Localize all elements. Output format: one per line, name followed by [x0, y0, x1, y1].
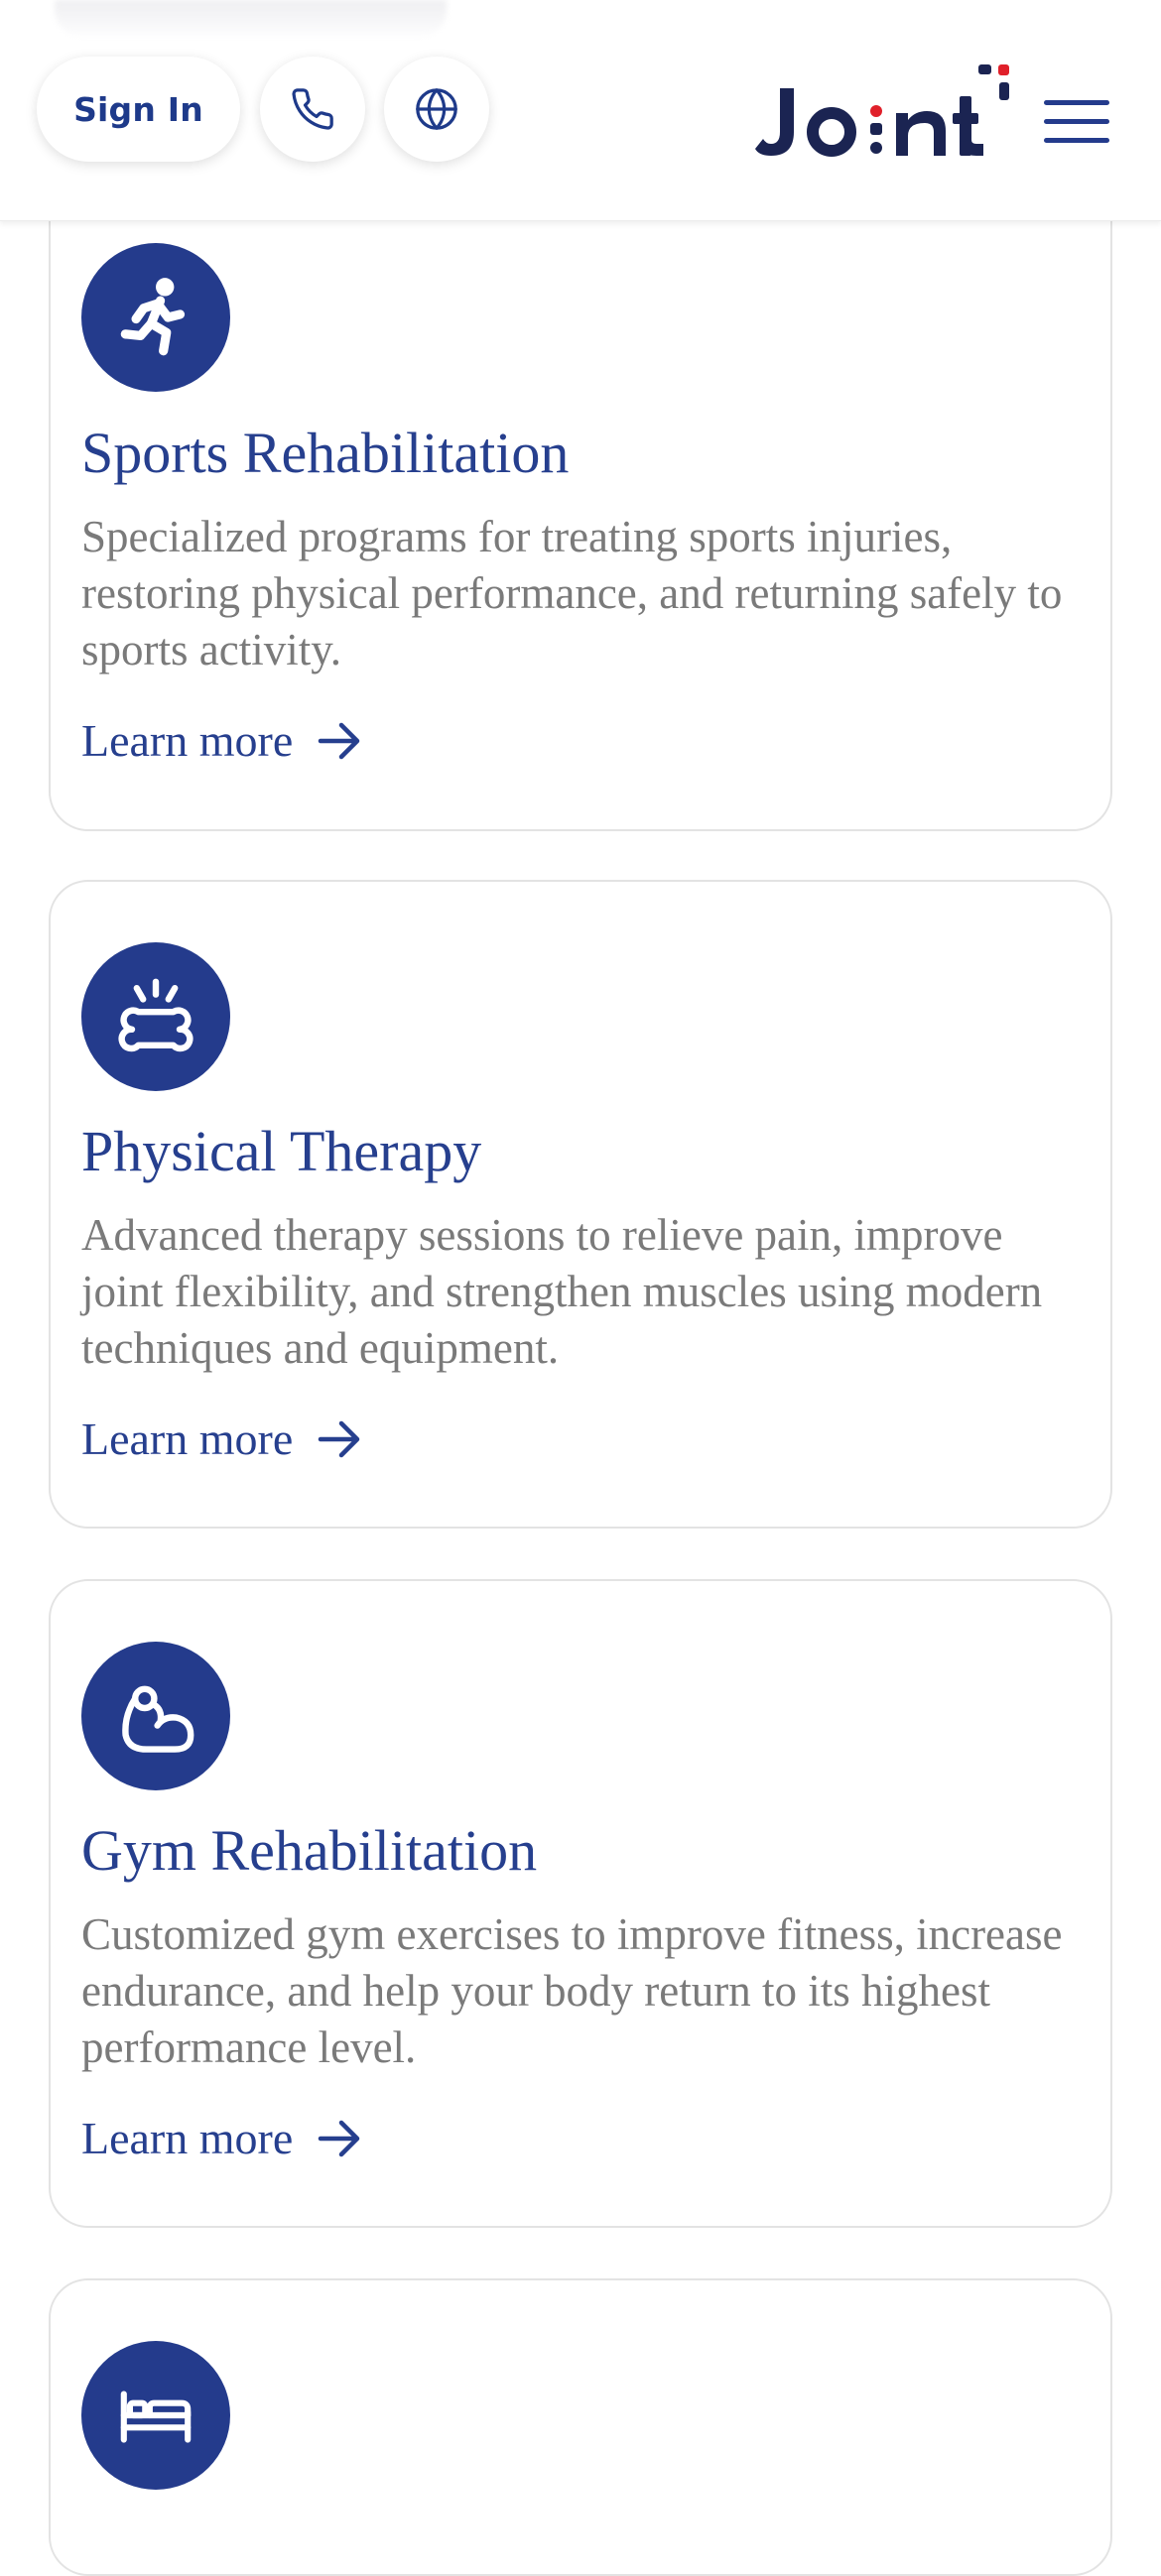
scrolled-content-shadow — [55, 0, 447, 36]
learn-more-link[interactable]: Learn more — [81, 714, 361, 767]
service-card-physical-therapy: Physical Therapy Advanced therapy sessio… — [49, 880, 1112, 1529]
learn-more-label: Learn more — [81, 2113, 294, 2163]
arrow-right-icon — [319, 2120, 360, 2156]
learn-more-label: Learn more — [81, 1413, 294, 1464]
learn-more-label: Learn more — [81, 715, 294, 766]
service-icon-badge — [81, 1642, 230, 1790]
sign-in-button[interactable]: Sign In — [37, 57, 240, 162]
service-title: Sports Rehabilitation — [81, 421, 570, 485]
service-description: Customized gym exercises to improve fitn… — [81, 1909, 1063, 2072]
service-card-sports-rehabilitation: Sports Rehabilitation Specialized progra… — [49, 149, 1112, 831]
service-description: Specialized programs for treating sports… — [81, 512, 1063, 675]
joint-logo[interactable] — [754, 55, 1012, 164]
arrow-right-icon — [319, 722, 360, 759]
site-header: Sign In — [0, 0, 1161, 221]
arrow-right-icon — [319, 1420, 360, 1457]
service-card-partial — [49, 2278, 1112, 2576]
learn-more-link[interactable]: Learn more — [81, 2112, 361, 2164]
flexed-arm-icon — [122, 1685, 194, 1753]
service-icon-badge — [81, 2341, 230, 2490]
language-button[interactable] — [384, 57, 489, 162]
bone-pain-icon — [118, 978, 194, 1052]
service-title: Gym Rehabilitation — [81, 1818, 538, 1883]
service-description: Advanced therapy sessions to relieve pai… — [81, 1210, 1043, 1373]
service-icon-badge — [81, 243, 230, 392]
service-card-gym-rehabilitation: Gym Rehabilitation Customized gym exerci… — [49, 1579, 1112, 2228]
learn-more-link[interactable]: Learn more — [81, 1412, 361, 1465]
phone-icon — [292, 88, 333, 130]
bed-icon — [120, 2391, 192, 2443]
running-person-icon — [120, 278, 186, 356]
hamburger-menu-icon[interactable] — [1042, 94, 1111, 149]
phone-button[interactable] — [260, 57, 365, 162]
service-icon-badge — [81, 942, 230, 1091]
globe-icon — [416, 88, 457, 130]
service-title: Physical Therapy — [81, 1119, 482, 1183]
